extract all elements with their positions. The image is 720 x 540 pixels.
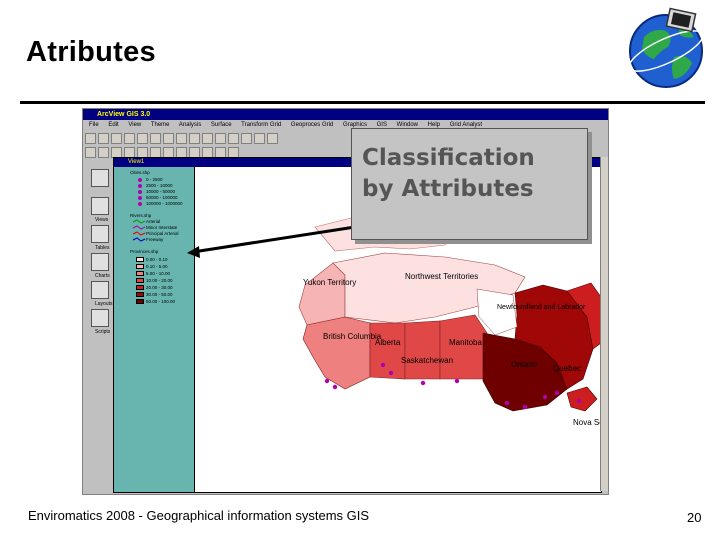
title-divider [20,101,705,104]
slide-title: Atributes [26,36,156,68]
globe-logo-icon [628,7,704,88]
callout-line-2: by Attributes [362,176,534,202]
classification-callout: Classification by Attributes [351,128,588,240]
callout-line-1: Classification [362,145,535,171]
arcview-screenshot: ArcView GIS 3.0 File Edit View Theme Ana… [82,108,609,495]
slide-footer: Enviromatics 2008 - Geographical informa… [28,508,370,523]
page-number: 20 [687,510,702,525]
